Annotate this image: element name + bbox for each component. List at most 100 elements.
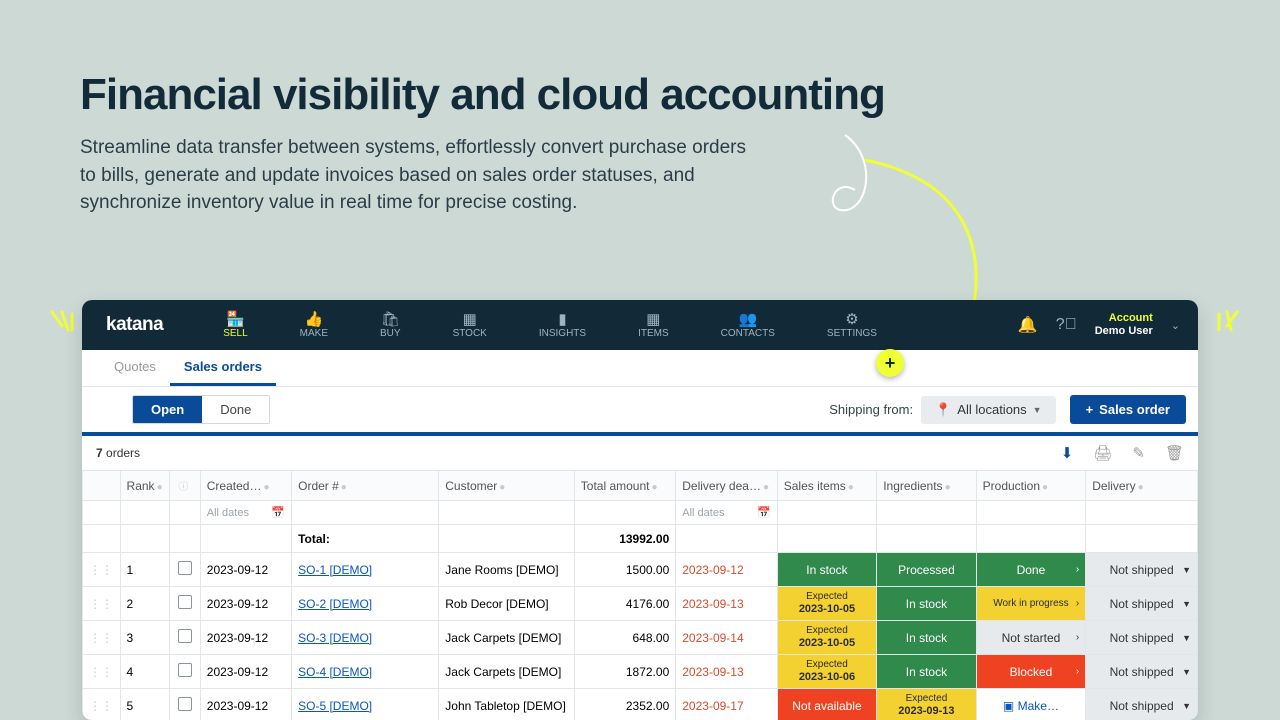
- order-link[interactable]: SO-3 [DEMO]: [298, 631, 372, 645]
- status-badge[interactable]: Expected2023-09-13: [877, 689, 975, 720]
- drag-handle-icon[interactable]: ⋮⋮: [89, 597, 113, 611]
- filter-deadline[interactable]: All dates📅: [682, 506, 770, 519]
- tab-sales-orders[interactable]: Sales orders: [170, 350, 276, 386]
- drag-handle-icon[interactable]: ⋮⋮: [89, 699, 113, 713]
- status-badge[interactable]: Blocked›: [977, 655, 1086, 688]
- col-deadline[interactable]: Delivery dea…●: [676, 471, 777, 501]
- status-badge[interactable]: Done›: [977, 553, 1086, 586]
- row-checkbox[interactable]: [178, 697, 192, 711]
- order-link[interactable]: SO-5 [DEMO]: [298, 699, 372, 713]
- row-checkbox[interactable]: [178, 663, 192, 677]
- cell-deadline: 2023-09-14: [676, 621, 777, 655]
- nav-settings[interactable]: ⚙SETTINGS: [801, 308, 903, 343]
- filter-sitems[interactable]: [777, 501, 876, 525]
- accent-left-icon: [48, 308, 78, 343]
- col-created[interactable]: Created…●: [200, 471, 291, 501]
- col-customer[interactable]: Customer●: [439, 471, 575, 501]
- total-label: Total:: [292, 525, 439, 553]
- status-badge[interactable]: Not shipped▼: [1086, 689, 1197, 720]
- status-badge[interactable]: Expected2023-10-05: [778, 587, 876, 620]
- row-checkbox[interactable]: [178, 561, 192, 575]
- status-badge[interactable]: Work in progress›: [977, 587, 1086, 620]
- col-production[interactable]: Production●: [976, 471, 1086, 501]
- nav-stock[interactable]: ▦STOCK: [427, 308, 513, 343]
- filter-prod[interactable]: [976, 501, 1086, 525]
- location-picker[interactable]: 📍 All locations ▼: [921, 396, 1055, 424]
- filter-total[interactable]: [574, 501, 675, 525]
- col-order[interactable]: Order #●: [292, 471, 439, 501]
- order-link[interactable]: SO-2 [DEMO]: [298, 597, 372, 611]
- filter-customer[interactable]: [439, 501, 575, 525]
- status-badge[interactable]: Not shipped▼: [1086, 655, 1197, 688]
- cell-rank: 3: [120, 621, 170, 655]
- status-badge[interactable]: ▣ Make…: [977, 689, 1086, 720]
- chevron-right-icon: ›: [1076, 666, 1079, 677]
- chevron-right-icon: ›: [1076, 564, 1079, 575]
- col-total[interactable]: Total amount●: [574, 471, 675, 501]
- status-badge[interactable]: Expected2023-10-05: [778, 621, 876, 654]
- toggle-open[interactable]: Open: [133, 396, 202, 423]
- row-checkbox[interactable]: [178, 595, 192, 609]
- new-sales-order-button[interactable]: + Sales order: [1070, 395, 1186, 424]
- col-sales-items[interactable]: Sales items●: [777, 471, 876, 501]
- status-badge[interactable]: In stock: [877, 621, 975, 654]
- nav-contacts[interactable]: 👥CONTACTS: [695, 308, 801, 343]
- status-badge[interactable]: Not shipped▼: [1086, 553, 1197, 586]
- help-icon[interactable]: ?⃝: [1056, 316, 1077, 334]
- subtabs: Quotes Sales orders: [82, 350, 1198, 387]
- toggle-done[interactable]: Done: [202, 396, 269, 423]
- filter-created[interactable]: All dates📅: [207, 506, 285, 519]
- table-row: ⋮⋮32023-09-12SO-3 [DEMO]Jack Carpets [DE…: [83, 621, 1198, 655]
- col-ingredients[interactable]: Ingredients●: [877, 471, 976, 501]
- delete-icon[interactable]: 🗑: [1165, 444, 1184, 462]
- orders-table: Rank● ⓘ Created…● Order #● Customer● Tot…: [82, 470, 1198, 720]
- nav-items[interactable]: ▦ITEMS: [612, 308, 695, 343]
- cell-customer: Rob Decor [DEMO]: [439, 587, 575, 621]
- cell-amount: 1872.00: [574, 655, 675, 689]
- chevron-down-icon[interactable]: ⌄: [1171, 319, 1180, 332]
- cell-rank: 5: [120, 689, 170, 720]
- row-checkbox[interactable]: [178, 629, 192, 643]
- status-badge[interactable]: Not shipped▼: [1086, 621, 1197, 654]
- nav-label: INSIGHTS: [539, 328, 586, 339]
- filter-ing[interactable]: [877, 501, 976, 525]
- drag-handle-icon[interactable]: ⋮⋮: [89, 665, 113, 679]
- nav-icon: ⚙: [843, 312, 861, 326]
- account-menu[interactable]: Account Demo User: [1095, 312, 1153, 338]
- status-badge[interactable]: In stock: [877, 655, 975, 688]
- order-link[interactable]: SO-1 [DEMO]: [298, 563, 372, 577]
- nav-buy[interactable]: 🛍BUY: [354, 308, 427, 343]
- status-badge[interactable]: Expected2023-10-06: [778, 655, 876, 688]
- status-badge[interactable]: Not available: [778, 689, 876, 720]
- add-button[interactable]: +: [876, 349, 904, 377]
- tab-quotes[interactable]: Quotes: [100, 350, 170, 386]
- filter-order[interactable]: [292, 501, 439, 525]
- cell-rank: 4: [120, 655, 170, 689]
- download-icon[interactable]: ⬇: [1061, 444, 1074, 462]
- filter-ship[interactable]: [1086, 501, 1198, 525]
- nav-make[interactable]: 👍MAKE: [274, 308, 354, 343]
- status-badge[interactable]: Not shipped▼: [1086, 587, 1197, 620]
- bell-icon[interactable]: 🔔: [1018, 315, 1038, 335]
- drag-handle-icon[interactable]: ⋮⋮: [89, 631, 113, 645]
- status-badge[interactable]: In stock: [778, 553, 876, 586]
- chevron-right-icon: ›: [1076, 632, 1079, 643]
- topbar: katana 🏪SELL👍MAKE🛍BUY▦STOCK▮INSIGHTS▦ITE…: [82, 300, 1198, 350]
- cell-deadline: 2023-09-13: [676, 655, 777, 689]
- nav-label: ITEMS: [638, 328, 669, 339]
- order-link[interactable]: SO-4 [DEMO]: [298, 665, 372, 679]
- status-badge[interactable]: Processed: [877, 553, 975, 586]
- nav-insights[interactable]: ▮INSIGHTS: [513, 308, 612, 343]
- col-rank[interactable]: Rank●: [120, 471, 170, 501]
- nav-sell[interactable]: 🏪SELL: [197, 308, 273, 343]
- pin-icon: 📍: [935, 402, 951, 418]
- col-delivery[interactable]: Delivery●: [1086, 471, 1198, 501]
- status-badge[interactable]: Not started›: [977, 621, 1086, 654]
- status-badge[interactable]: In stock: [877, 587, 975, 620]
- print-icon[interactable]: 🖨: [1093, 444, 1112, 462]
- table-row: ⋮⋮22023-09-12SO-2 [DEMO]Rob Decor [DEMO]…: [83, 587, 1198, 621]
- nav-label: STOCK: [453, 328, 487, 339]
- edit-icon[interactable]: ✎: [1132, 444, 1145, 462]
- nav-icon: 👍: [305, 312, 323, 326]
- drag-handle-icon[interactable]: ⋮⋮: [89, 563, 113, 577]
